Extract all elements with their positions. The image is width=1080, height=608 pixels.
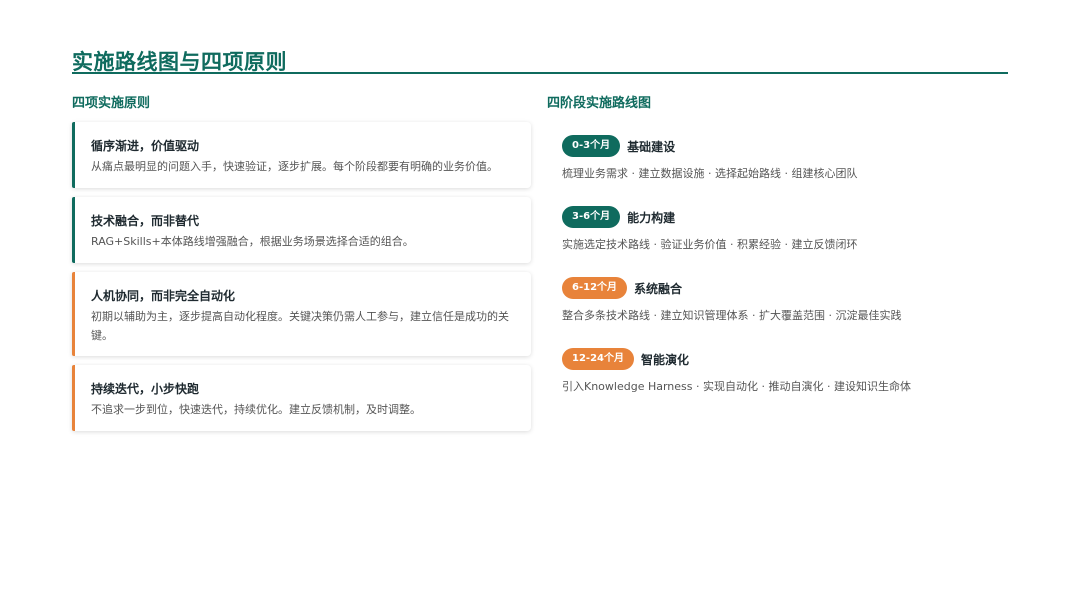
roadmap-heading: 四阶段实施路线图 (547, 96, 652, 111)
principle-title: 循序渐进，价值驱动 (91, 139, 200, 153)
phase-description: 实施选定技术路线 · 验证业务价值 · 积累经验 · 建立反馈闭环 (562, 238, 858, 251)
principle-card: 技术融合，而非替代 RAG+Skills+本体路线增强融合，根据业务场景选择合适… (72, 197, 531, 263)
roadmap-phase: 12-24个月 智能演化 引入Knowledge Harness · 实现自动化… (562, 348, 1022, 395)
principle-card: 持续迭代，小步快跑 不追求一步到位，快速迭代，持续优化。建立反馈机制，及时调整。 (72, 365, 531, 431)
principles-heading: 四项实施原则 (72, 96, 151, 111)
phase-name: 能力构建 (627, 210, 676, 225)
principle-description: RAG+Skills+本体路线增强融合，根据业务场景选择合适的组合。 (91, 235, 414, 248)
roadmap-phase: 0-3个月 基础建设 梳理业务需求 · 建立数据设施 · 选择起始路线 · 组建… (562, 135, 1022, 182)
principle-description: 从痛点最明显的问题入手，快速验证，逐步扩展。每个阶段都要有明确的业务价值。 (91, 160, 498, 173)
phase-badge: 3-6个月 (562, 206, 621, 228)
principle-card: 人机协同，而非完全自动化 初期以辅助为主，逐步提高自动化程度。关键决策仍需人工参… (72, 272, 531, 356)
phase-description: 引入Knowledge Harness · 实现自动化 · 推动自演化 · 建设… (562, 380, 911, 393)
roadmap-phase: 6-12个月 系统融合 整合多条技术路线 · 建立知识管理体系 · 扩大覆盖范围… (562, 277, 1022, 324)
title-divider (72, 72, 1008, 74)
phase-badge: 6-12个月 (562, 277, 628, 299)
phase-name: 基础建设 (627, 139, 676, 154)
principle-card: 循序渐进，价值驱动 从痛点最明显的问题入手，快速验证，逐步扩展。每个阶段都要有明… (72, 122, 531, 188)
phase-description: 整合多条技术路线 · 建立知识管理体系 · 扩大覆盖范围 · 沉淀最佳实践 (562, 309, 902, 322)
phase-badge: 0-3个月 (562, 135, 621, 157)
phase-badge: 12-24个月 (562, 348, 634, 370)
phase-name: 系统融合 (634, 281, 683, 296)
roadmap-phase: 3-6个月 能力构建 实施选定技术路线 · 验证业务价值 · 积累经验 · 建立… (562, 206, 1022, 253)
principle-title: 持续迭代，小步快跑 (91, 382, 200, 396)
phase-name: 智能演化 (640, 352, 689, 367)
phase-description: 梳理业务需求 · 建立数据设施 · 选择起始路线 · 组建核心团队 (562, 167, 858, 180)
principle-title: 技术融合，而非替代 (91, 214, 200, 228)
principle-description: 初期以辅助为主，逐步提高自动化程度。关键决策仍需人工参与，建立信任是成功的关键。 (91, 310, 509, 342)
principle-title: 人机协同，而非完全自动化 (91, 289, 236, 303)
principle-description: 不追求一步到位，快速迭代，持续优化。建立反馈机制，及时调整。 (91, 403, 421, 416)
